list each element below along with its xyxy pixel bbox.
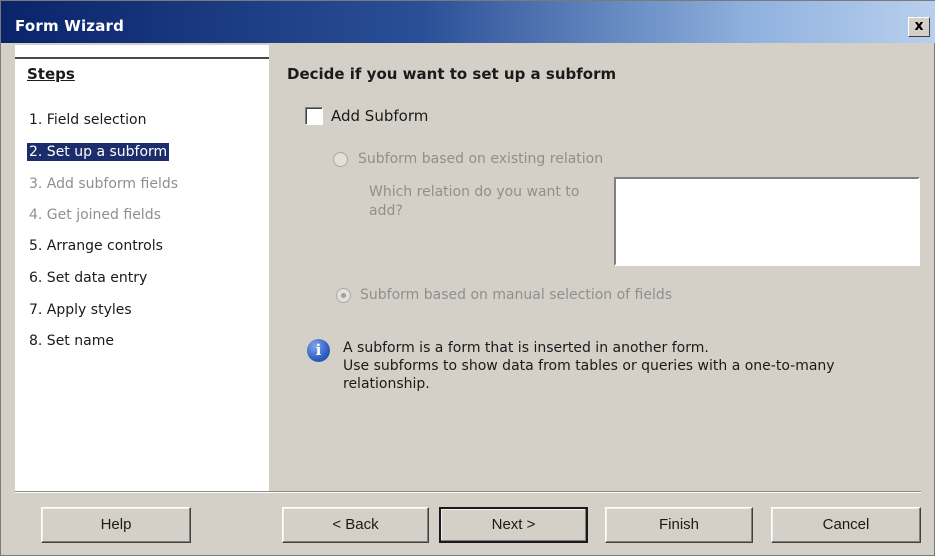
page-heading: Decide if you want to set up a subform [287,65,617,83]
step-set-up-subform[interactable]: 2. Set up a subform [27,143,170,161]
cancel-button[interactable]: Cancel [771,507,921,543]
info-line-1: A subform is a form that is inserted in … [343,340,709,356]
steps-divider [15,57,269,59]
manual-selection-radio[interactable] [336,288,351,303]
step-field-selection[interactable]: 1. Field selection [27,111,149,129]
title-bar: Form Wizard x [1,1,935,43]
finish-button[interactable]: Finish [605,507,753,543]
form-wizard-dialog: Form Wizard x Steps 1. Field selection 2… [0,0,935,556]
next-button[interactable]: Next > [439,507,588,543]
step-get-joined-fields: 4. Get joined fields [29,207,161,223]
close-button[interactable]: x [908,17,930,37]
add-subform-checkbox[interactable] [305,107,323,125]
step-add-subform-fields: 3. Add subform fields [29,176,179,192]
help-button[interactable]: Help [41,507,191,543]
step-arrange-controls[interactable]: 5. Arrange controls [27,237,165,255]
step-set-data-entry[interactable]: 6. Set data entry [27,269,149,287]
info-icon: i [307,339,330,362]
window-title: Form Wizard [15,17,125,35]
relation-question-label: Which relation do you want to add? [369,184,580,219]
add-subform-label[interactable]: Add Subform [331,107,428,125]
back-button[interactable]: < Back [282,507,429,543]
step-set-name[interactable]: 8. Set name [27,332,116,350]
existing-relation-label: Subform based on existing relation [358,151,604,167]
steps-title: Steps [27,65,75,83]
manual-selection-label: Subform based on manual selection of fie… [360,287,673,303]
relation-listbox[interactable] [614,177,920,266]
info-line-2: Use subforms to show data from tables or… [343,358,835,392]
info-text: A subform is a form that is inserted in … [343,339,903,393]
step-apply-styles[interactable]: 7. Apply styles [27,301,134,319]
existing-relation-radio[interactable] [333,152,348,167]
bottom-separator [15,491,921,493]
